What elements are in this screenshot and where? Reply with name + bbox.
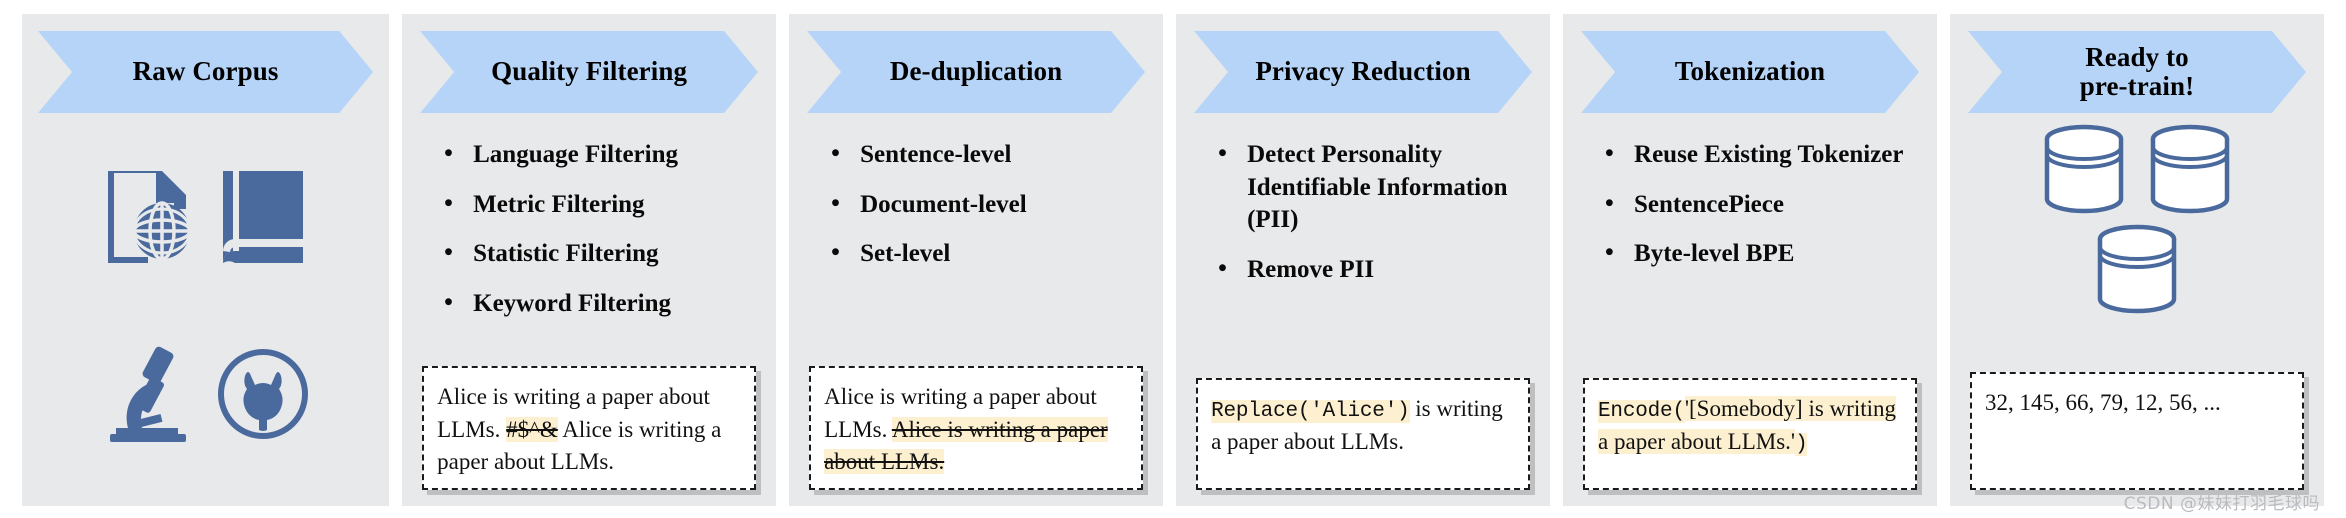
panel-tokenization: Tokenization Reuse Existing Tokenizer Se… xyxy=(1563,14,1937,506)
list-item: Keyword Filtering xyxy=(440,287,762,321)
pipeline-diagram: Raw Corpus Quality Filtering • Language … xyxy=(0,0,2346,518)
database-icon xyxy=(2042,123,2126,215)
panel-title: Quality Filtering xyxy=(491,56,688,87)
sample-text-quality-filtering: Alice is writing a paper about LLMs. #$^… xyxy=(422,366,757,490)
panel-title: De-duplication xyxy=(889,56,1063,87)
sample-segment-plain: 32, 145, 66, 79, 12, 56, ... xyxy=(1985,390,2221,415)
sample-text-privacy-reduction: Replace('Alice') is writing a paper abou… xyxy=(1196,378,1531,490)
panel-title: Ready to pre-train! xyxy=(2050,43,2224,101)
sample-wrap-tokenization: Encode('[Somebody] is writing a paper ab… xyxy=(1583,378,1917,490)
watermark: CSDN @妹妹打羽毛球吗 xyxy=(2123,494,2320,514)
bullet-list-privacy-reduction: Detect Personality Identifiable Informat… xyxy=(1176,113,1550,378)
banner-raw-corpus: Raw Corpus xyxy=(38,31,373,113)
sample-segment-code: Replace('Alice') xyxy=(1211,400,1410,423)
raw-corpus-icon-grid xyxy=(22,113,389,492)
banner-tokenization: Tokenization xyxy=(1581,31,1919,113)
panel-title: Tokenization xyxy=(1674,56,1826,87)
panel-quality-filtering: Quality Filtering Language Filtering Met… xyxy=(402,14,777,506)
banner-quality-filtering: Quality Filtering xyxy=(420,31,758,113)
sample-wrap-de-duplication: Alice is writing a paper about LLMs. Ali… xyxy=(809,366,1144,490)
database-icon-cluster xyxy=(1950,113,2324,372)
panel-title: Raw Corpus xyxy=(132,56,279,87)
sample-segment-code-close: ) xyxy=(1795,433,1808,457)
panel-title-line1: Ready to xyxy=(2085,41,2189,72)
sample-wrap-privacy-reduction: Replace('Alice') is writing a paper abou… xyxy=(1196,378,1531,490)
bullet-list-quality-filtering: Language Filtering Metric Filtering Stat… xyxy=(402,113,776,366)
list-item: Document-level xyxy=(827,188,1149,222)
panel-title-line2: pre-train! xyxy=(2079,71,2195,101)
panel-privacy-reduction: Privacy Reduction Detect Personality Ide… xyxy=(1176,14,1551,506)
sample-segment-code: Encode( xyxy=(1598,400,1685,423)
microscope-icon xyxy=(102,344,194,444)
sample-wrap-ready-to-pretrain: 32, 145, 66, 79, 12, 56, ... xyxy=(1970,372,2304,490)
sample-text-tokenization: Encode('[Somebody] is writing a paper ab… xyxy=(1583,378,1917,490)
list-item: Statistic Filtering xyxy=(440,237,762,271)
sample-text-de-duplication: Alice is writing a paper about LLMs. Ali… xyxy=(809,366,1144,490)
list-item: Byte-level BPE xyxy=(1601,237,1923,271)
sample-wrap-quality-filtering: Alice is writing a paper about LLMs. #$^… xyxy=(422,366,757,490)
panel-raw-corpus: Raw Corpus xyxy=(22,14,390,506)
sample-text-token-ids: 32, 145, 66, 79, 12, 56, ... xyxy=(1970,372,2304,490)
bullet-list-de-duplication: Sentence-level Document-level Set-level xyxy=(789,113,1163,366)
list-item: SentencePiece xyxy=(1601,188,1923,222)
panel-title: Privacy Reduction xyxy=(1255,56,1471,87)
list-item: Sentence-level xyxy=(827,138,1149,172)
sample-segment-removed: #$^& xyxy=(506,416,558,442)
database-icon xyxy=(2148,123,2232,215)
database-row-top xyxy=(1950,123,2324,215)
book-icon xyxy=(217,167,309,267)
list-item: Language Filtering xyxy=(440,138,762,172)
list-item: Remove PII xyxy=(1214,253,1536,287)
banner-de-duplication: De-duplication xyxy=(807,31,1145,113)
banner-privacy-reduction: Privacy Reduction xyxy=(1194,31,1532,113)
list-item: Set-level xyxy=(827,237,1149,271)
list-item: Detect Personality Identifiable Informat… xyxy=(1214,138,1536,237)
bullet-list-tokenization: Reuse Existing Tokenizer SentencePiece B… xyxy=(1563,113,1937,378)
database-row-bottom xyxy=(1950,223,2324,315)
list-item: Reuse Existing Tokenizer xyxy=(1601,138,1923,172)
panel-de-duplication: De-duplication Sentence-level Document-l… xyxy=(789,14,1164,506)
list-item: Metric Filtering xyxy=(440,188,762,222)
pipeline-panels: Raw Corpus Quality Filtering • Language … xyxy=(0,0,2346,518)
banner-ready-to-pretrain: Ready to pre-train! xyxy=(1968,31,2306,113)
panel-ready-to-pretrain: Ready to pre-train! 32, 145, 66, 79, 12,… xyxy=(1950,14,2324,506)
database-icon xyxy=(2095,223,2179,315)
webpage-globe-icon xyxy=(100,165,196,269)
github-cat-icon xyxy=(215,346,311,442)
